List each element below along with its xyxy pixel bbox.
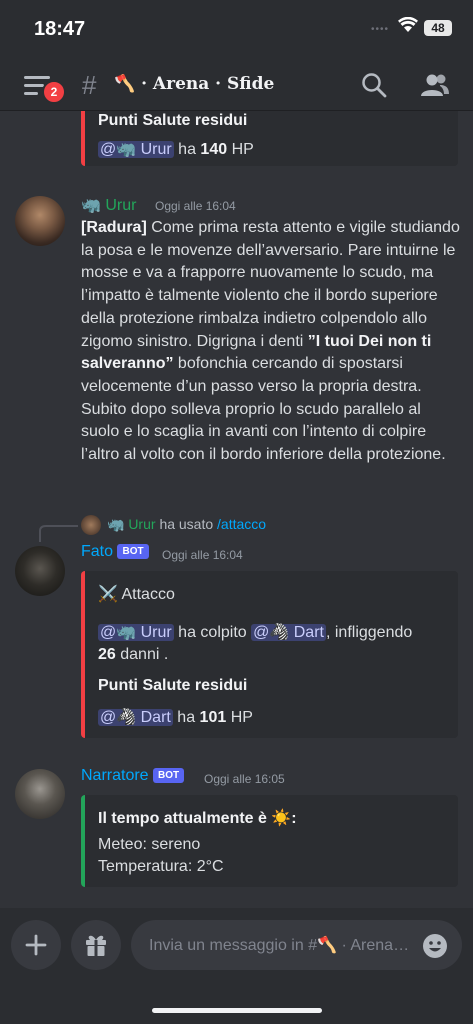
embed-title: Punti Salute residui [98,112,248,129]
home-indicator[interactable] [152,1008,322,1013]
message-list[interactable]: Punti Salute residui @🦏 Urur ha 140 HP 🦏… [0,111,473,908]
clock: 18:47 [34,18,86,40]
avatar[interactable] [15,546,65,596]
embed-field-title: Punti Salute residui [98,677,248,694]
gift-icon [86,935,106,956]
hp-value: 101 [199,709,227,726]
command-link[interactable]: /attacco [217,516,266,532]
author-name[interactable]: 🦏 Urur [81,195,136,215]
weather-embed: Il tempo attualmente è ☀️: Meteo: sereno… [81,795,458,887]
damage-value: 26 [98,646,116,663]
add-attachment-button[interactable] [11,920,61,970]
hash-icon: # [82,70,97,100]
emoji-icon[interactable] [422,933,448,959]
embed-title: ⚔️ Attacco [98,586,175,603]
reply-author: 🦏 Urur [107,516,156,532]
timestamp: Oggi alle 16:04 [155,199,236,213]
reply-avatar [81,515,101,535]
author-name[interactable]: Fato BOT [81,543,149,561]
author-name[interactable]: Narratore BOT [81,767,185,785]
message-input[interactable]: Invia un messaggio in #🪓 · Arena · Sfide [131,920,462,970]
user-mention[interactable]: @🦓 Dart [251,624,326,641]
user-mention[interactable]: @🦏 Urur [98,141,174,158]
timestamp: Oggi alle 16:05 [204,772,285,786]
gift-button[interactable] [71,920,121,970]
temperature-text: Temperatura: 2°C [98,858,224,875]
plus-icon [25,934,47,956]
weather-text: Meteo: sereno [98,836,201,853]
search-icon[interactable] [361,72,387,98]
message-text: [Radura] Come prima resta attento e vigi… [81,219,460,464]
reply-connector [39,525,78,542]
hp-value: 140 [200,141,228,158]
channel-title[interactable]: 🪓 · Arena · Sfide [114,74,274,94]
channel-header: 2 # 🪓 · Arena · Sfide [0,58,473,111]
avatar[interactable] [15,196,65,246]
timestamp: Oggi alle 16:04 [162,548,243,562]
bot-badge: BOT [153,768,185,784]
user-mention[interactable]: @🦏 Urur [98,624,174,641]
battery-indicator: 48 [424,20,452,36]
wifi-icon [398,17,418,32]
members-icon[interactable] [420,72,450,98]
hp-embed: Punti Salute residui @🦏 Urur ha 140 HP [81,111,458,166]
user-mention[interactable]: @🦓 Dart [98,709,173,726]
bot-badge: BOT [117,544,149,560]
message-composer: Invia un messaggio in #🪓 · Arena · Sfide [0,908,473,1024]
avatar[interactable] [15,769,65,819]
notification-badge: 2 [42,80,66,104]
attack-embed: ⚔️ Attacco @🦏 Urur ha colpito @🦓 Dart, i… [81,571,458,738]
signal-icon: •••• [371,24,390,35]
embed-title: Il tempo attualmente è ☀️: [98,810,297,827]
status-bar: 18:47 •••• 48 [0,0,473,58]
input-placeholder: Invia un messaggio in #🪓 · Arena · Sfide [149,937,411,954]
reply-preview[interactable]: 🦏 Urur ha usato /attacco [107,516,266,533]
